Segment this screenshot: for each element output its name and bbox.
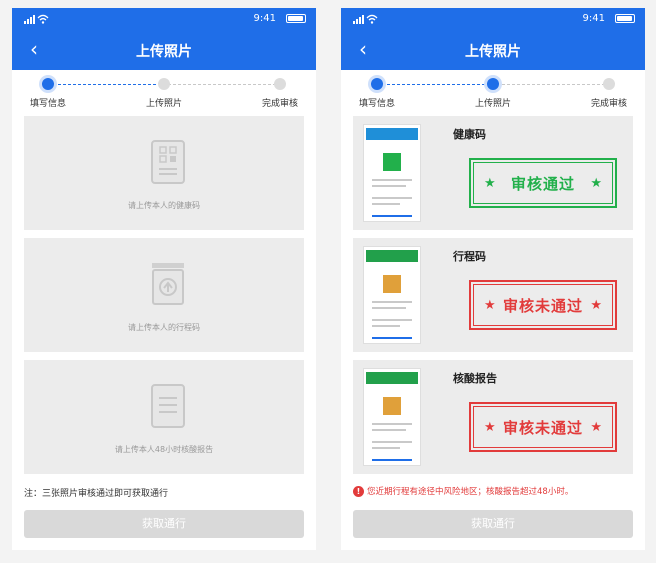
get-pass-button[interactable]: 获取通行 — [353, 510, 633, 538]
step-label-1: 填写信息 — [29, 99, 66, 109]
approved-stamp: ★ 审核通过 ★ — [469, 158, 617, 208]
trip-code-thumbnail[interactable] — [363, 246, 421, 344]
rejected-stamp: ★ 审核未通过 ★ — [469, 402, 617, 452]
stamp-text: 审核未通过 — [502, 418, 583, 437]
report-doc-icon — [151, 384, 185, 428]
step-dot-1 — [371, 78, 383, 90]
result-card-health-code[interactable]: 健康码 ★ 审核通过 ★ — [353, 116, 633, 230]
step-dot-1 — [42, 78, 54, 90]
signal-wifi-icon — [24, 14, 49, 24]
note-text: 注：三张照片审核通过即可获取通行 — [24, 489, 169, 499]
star-icon: ★ — [484, 297, 496, 313]
step-dot-2 — [487, 78, 499, 90]
upload-card-health-code[interactable]: 请上传本人的健康码 — [24, 116, 304, 230]
upload-hint: 请上传本人的行程码 — [128, 323, 200, 332]
review-result-screen: 9:41 ‹ 上传照片 填写信息 上传照片 完成审核 健康码 ★ 审核通过 ★ … — [341, 8, 645, 550]
qr-code-icon — [383, 275, 401, 293]
page-title: 上传照片 — [465, 44, 521, 60]
step-label-3: 完成审核 — [261, 99, 298, 109]
step-indicator: 填写信息 上传照片 完成审核 — [12, 70, 316, 116]
status-bar: 9:41 — [341, 8, 645, 30]
upload-card-nucleic-report[interactable]: 请上传本人48小时核酸报告 — [24, 360, 304, 474]
step-label-1: 填写信息 — [358, 99, 395, 109]
card-title: 健康码 — [453, 128, 486, 141]
warning-message: ! 您近期行程有途径中风险地区；核酸报告超过48小时。 — [353, 485, 573, 497]
star-icon: ★ — [590, 175, 602, 191]
step-dot-2 — [158, 78, 170, 90]
get-pass-button[interactable]: 获取通行 — [24, 510, 304, 538]
nucleic-report-thumbnail[interactable] — [363, 368, 421, 466]
result-card-trip-code[interactable]: 行程码 ★ 审核未通过 ★ — [353, 238, 633, 352]
page-title: 上传照片 — [136, 44, 192, 60]
step-label-3: 完成审核 — [590, 99, 627, 109]
star-icon: ★ — [484, 175, 496, 191]
battery-icon — [286, 14, 306, 23]
warning-icon: ! — [353, 486, 364, 497]
upload-card-trip-code[interactable]: 请上传本人的行程码 — [24, 238, 304, 352]
card-title: 行程码 — [453, 250, 486, 263]
status-time: 9:41 — [253, 13, 276, 24]
step-label-2: 上传照片 — [474, 99, 511, 109]
status-time: 9:41 — [582, 13, 605, 24]
upload-hint: 请上传本人48小时核酸报告 — [114, 445, 214, 454]
star-icon: ★ — [484, 419, 496, 435]
signal-wifi-icon — [353, 14, 378, 24]
card-title: 核酸报告 — [453, 372, 497, 385]
step-label-2: 上传照片 — [145, 99, 182, 109]
star-icon: ★ — [590, 419, 602, 435]
step-dot-3 — [603, 78, 615, 90]
nav-bar: ‹ 上传照片 — [341, 30, 645, 70]
upload-hint: 请上传本人的健康码 — [128, 201, 200, 210]
star-icon: ★ — [590, 297, 602, 313]
stamp-text: 审核通过 — [510, 174, 575, 193]
stamp-text: 审核未通过 — [502, 296, 583, 315]
step-indicator: 填写信息 上传照片 完成审核 — [341, 70, 645, 116]
rejected-stamp: ★ 审核未通过 ★ — [469, 280, 617, 330]
warning-text: 您近期行程有途径中风险地区；核酸报告超过48小时。 — [367, 487, 574, 497]
result-card-nucleic-report[interactable]: 核酸报告 ★ 审核未通过 ★ — [353, 360, 633, 474]
qr-doc-icon — [151, 140, 185, 184]
qr-code-icon — [383, 153, 401, 171]
battery-icon — [615, 14, 635, 23]
qr-code-icon — [383, 397, 401, 415]
health-code-thumbnail[interactable] — [363, 124, 421, 222]
upload-box-icon — [152, 263, 184, 305]
nav-bar: ‹ 上传照片 — [12, 30, 316, 70]
upload-screen: 9:41 ‹ 上传照片 填写信息 上传照片 完成审核 请上传本人的健康码 请上传… — [12, 8, 316, 550]
step-dot-3 — [274, 78, 286, 90]
status-bar: 9:41 — [12, 8, 316, 30]
